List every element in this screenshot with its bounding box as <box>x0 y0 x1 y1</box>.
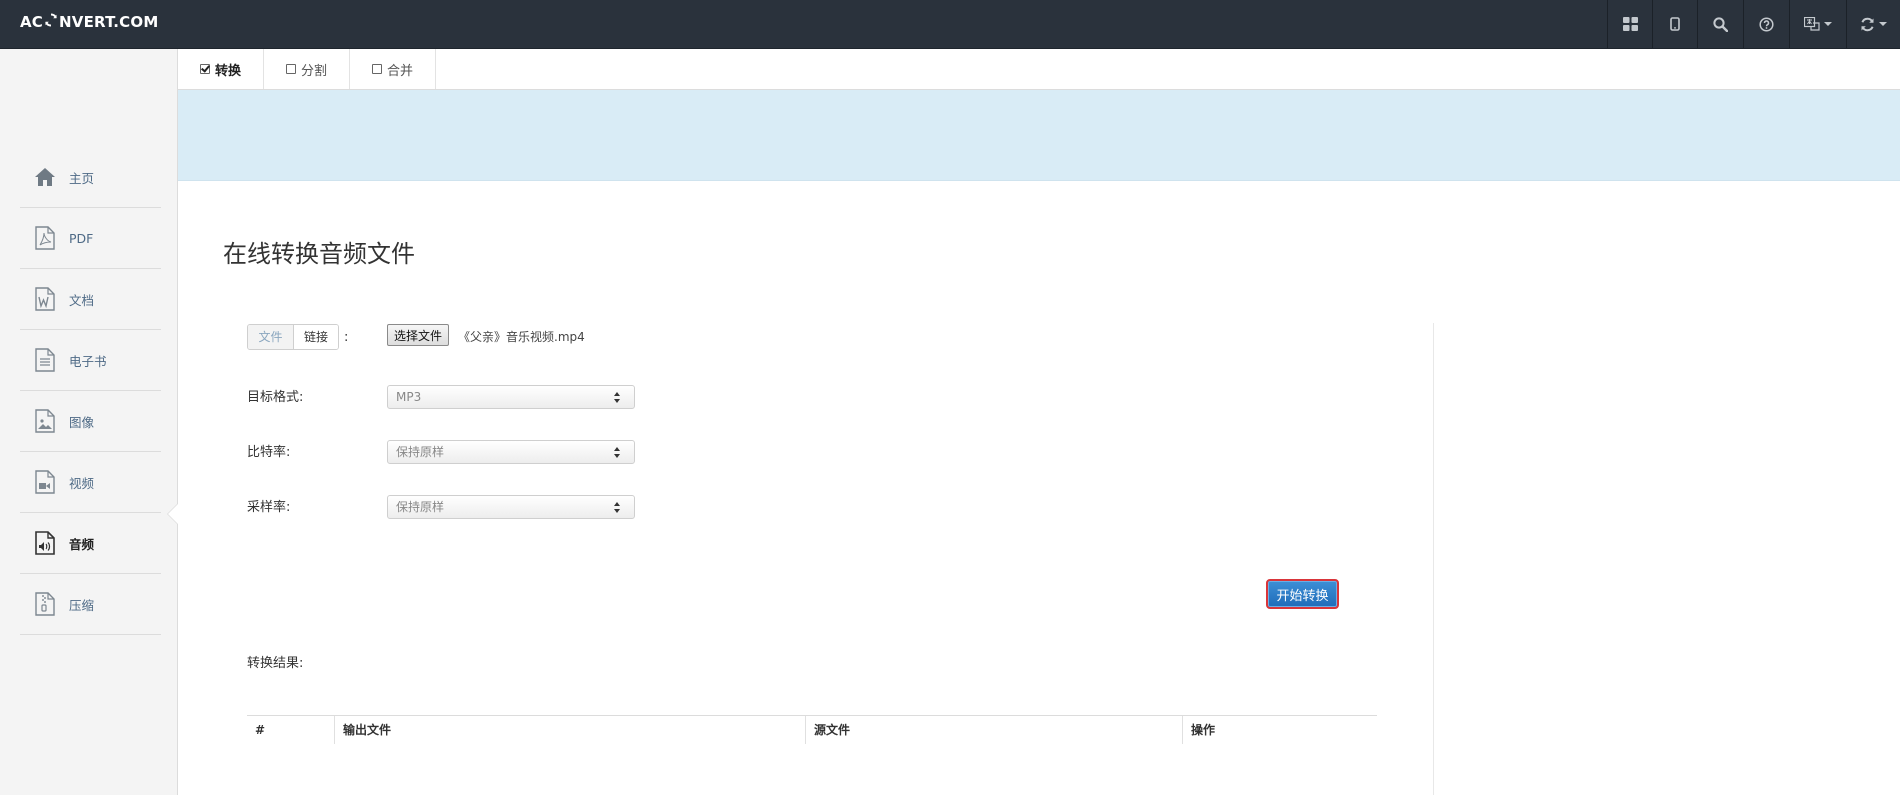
select-arrows-icon <box>614 502 620 514</box>
link-source-tab[interactable]: 链接 <box>294 325 339 349</box>
sidebar-item-archive[interactable]: 压缩 <box>20 574 161 635</box>
page-title: 在线转换音频文件 <box>223 240 415 268</box>
table-header-row: # 输出文件 源文件 操作 <box>247 716 1377 744</box>
sidebar-item-label: 图像 <box>69 414 95 430</box>
language-dropdown[interactable] <box>1789 0 1846 48</box>
select-value: MP3 <box>396 390 422 404</box>
tab-label: 转换 <box>215 63 242 79</box>
sample-rate-label: 采样率: <box>247 500 291 515</box>
audio-file-icon <box>33 531 57 555</box>
select-value: 保持原样 <box>396 445 445 459</box>
convert-menu-dropdown[interactable] <box>1846 0 1900 48</box>
table-header-index: # <box>255 723 266 737</box>
sidebar-item-image[interactable]: 图像 <box>20 391 161 452</box>
table-header-output-file: 输出文件 <box>334 716 805 744</box>
sidebar-item-label: 主页 <box>69 170 95 186</box>
chevron-down-icon <box>1824 22 1832 26</box>
pdf-file-icon <box>33 226 57 250</box>
sidebar-item-pdf[interactable]: PDF <box>20 208 161 269</box>
ebook-file-icon <box>33 348 57 372</box>
sidebar-item-document[interactable]: 文档 <box>20 269 161 330</box>
sidebar: 主页 PDF 文档 电子书 图像 视频 音频 压缩 <box>0 49 178 795</box>
sidebar-item-video[interactable]: 视频 <box>20 452 161 513</box>
apps-button[interactable] <box>1607 0 1652 48</box>
help-icon <box>1759 16 1774 32</box>
sidebar-item-home[interactable]: 主页 <box>20 147 161 208</box>
tab-convert[interactable]: 转换 <box>178 49 265 89</box>
tool-tabs: 转换 分割 合并 <box>178 49 1900 90</box>
bitrate-select[interactable]: 保持原样 <box>387 440 635 464</box>
grid-icon <box>1622 17 1638 31</box>
help-button[interactable] <box>1743 0 1789 48</box>
top-navbar: AC NVERT.COM <box>0 0 1900 49</box>
tab-merge[interactable]: 合并 <box>350 49 437 89</box>
choose-file-button[interactable]: 选择文件 <box>387 324 450 346</box>
table-header-source-file: 源文件 <box>805 716 1182 744</box>
tab-split[interactable]: 分割 <box>264 49 351 89</box>
language-icon <box>1804 17 1820 31</box>
source-colon: : <box>344 329 349 345</box>
sidebar-item-label: 电子书 <box>69 353 107 369</box>
checkbox-empty-icon <box>372 64 383 74</box>
mobile-button[interactable] <box>1652 0 1697 48</box>
source-type-toggle: 文件 链接 : <box>247 324 348 350</box>
right-column-divider <box>1433 323 1434 795</box>
sidebar-item-ebook[interactable]: 电子书 <box>20 330 161 391</box>
start-convert-button[interactable]: 开始转换 <box>1266 579 1339 609</box>
sidebar-item-label: PDF <box>69 230 94 246</box>
logo-text-left: AC <box>20 13 44 31</box>
video-file-icon <box>33 470 57 494</box>
sidebar-item-audio[interactable]: 音频 <box>20 513 161 574</box>
table-header-actions: 操作 <box>1182 716 1377 744</box>
target-format-label: 目标格式: <box>247 390 304 405</box>
sidebar-item-label: 压缩 <box>69 597 95 613</box>
tab-label: 分割 <box>301 63 328 79</box>
file-source-tab[interactable]: 文件 <box>248 325 294 349</box>
logo-refresh-icon <box>44 2 58 46</box>
tab-label: 合并 <box>387 63 414 79</box>
checkbox-empty-icon <box>286 64 297 74</box>
chevron-down-icon <box>1879 22 1887 26</box>
search-button[interactable] <box>1697 0 1743 48</box>
search-icon <box>1713 16 1728 32</box>
sidebar-item-label: 文档 <box>69 292 95 308</box>
sidebar-item-label: 视频 <box>69 475 95 491</box>
sidebar-menu: 主页 PDF 文档 电子书 图像 视频 音频 压缩 <box>20 147 161 635</box>
sidebar-item-label: 音频 <box>69 536 95 552</box>
top-actions <box>1607 0 1900 48</box>
select-arrows-icon <box>614 447 620 459</box>
image-file-icon <box>33 409 57 433</box>
select-value: 保持原样 <box>396 500 445 514</box>
checkbox-checked-icon <box>200 64 210 74</box>
ad-banner <box>178 90 1900 181</box>
bitrate-label: 比特率: <box>247 445 291 460</box>
site-logo[interactable]: AC NVERT.COM <box>20 0 158 44</box>
target-format-select[interactable]: MP3 <box>387 385 635 409</box>
selected-file-name: 《父亲》音乐视频.mp4 <box>458 330 585 344</box>
sample-rate-select[interactable]: 保持原样 <box>387 495 635 519</box>
result-label: 转换结果: <box>247 656 304 671</box>
archive-file-icon <box>33 592 57 616</box>
tablet-icon <box>1670 17 1680 31</box>
home-icon <box>33 165 57 189</box>
refresh-icon <box>1860 17 1875 32</box>
select-arrows-icon <box>614 392 620 404</box>
result-table: # 输出文件 源文件 操作 <box>247 715 1377 744</box>
logo-text-right: NVERT.COM <box>59 13 159 31</box>
word-file-icon <box>33 287 57 311</box>
source-segmented-control: 文件 链接 <box>247 324 340 350</box>
